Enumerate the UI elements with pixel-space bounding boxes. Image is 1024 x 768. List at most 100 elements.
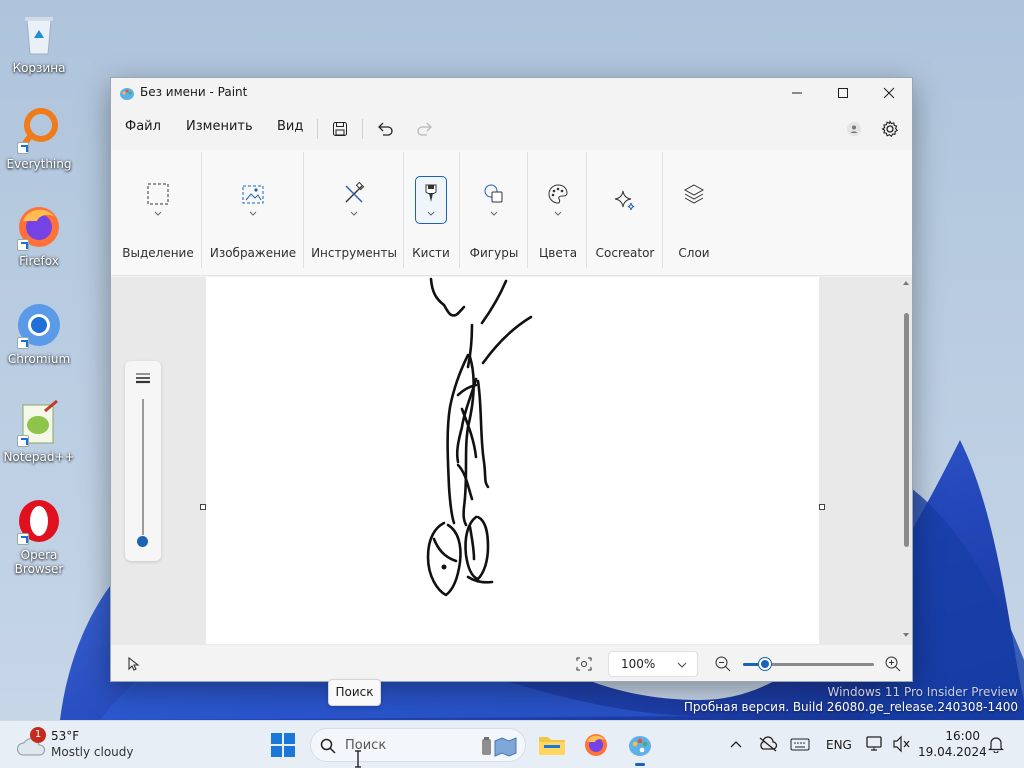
ribbon-separator [527,152,528,268]
zoom-slider[interactable] [743,658,874,670]
firefox-icon [585,734,607,756]
ribbon-colors[interactable]: Цвета [531,150,585,268]
taskbar-file-explorer[interactable] [536,729,568,761]
paint-window: Без имени - Paint Файл Изменить Вид Выде… [110,77,913,682]
desktop-icon-recycle-bin[interactable]: Корзина [2,10,76,75]
desktop-icon-label: Chromium [7,352,71,366]
vertical-scrollbar[interactable] [901,277,911,645]
drawing-strokes [426,277,533,597]
drawing-canvas[interactable] [206,277,819,644]
minimize-button[interactable] [774,78,820,108]
notifications-button[interactable] [985,733,1007,755]
workspace [111,277,912,645]
tray-network[interactable] [864,733,886,755]
menu-view[interactable]: Вид [277,119,303,134]
chevron-up-icon [730,741,742,748]
notepadpp-icon [15,399,63,447]
fit-to-window-button[interactable] [574,654,594,674]
status-bar: 100% [111,646,912,681]
zoom-value: 100% [621,657,656,671]
taskbar-search[interactable]: Поиск [310,728,526,762]
windows-logo-icon [271,733,295,757]
shortcut-arrow-icon [17,239,29,251]
text-cursor-icon [355,750,361,768]
desktop-icon-firefox[interactable]: Firefox [2,203,76,268]
cocreator-sparkle-icon [609,184,641,216]
title-bar[interactable]: Без имени - Paint [111,78,912,108]
tray-onedrive[interactable] [757,733,779,755]
show-hidden-icons-button[interactable] [727,733,745,755]
desktop-icon-label: Корзина [12,61,66,75]
ribbon-label: Цвета [538,246,578,260]
settings-button[interactable] [876,115,904,143]
ribbon-tools[interactable]: Инструменты [307,150,401,268]
ribbon-cocreator[interactable]: Cocreator [589,150,661,268]
zoom-slider-thumb[interactable] [759,658,772,670]
canvas-resize-handle-left[interactable] [200,504,206,510]
redo-button[interactable] [411,115,439,143]
bell-icon [988,737,1004,753]
layers-icon [678,178,710,210]
brush-size-slider[interactable] [125,361,161,561]
keyboard-icon [790,738,810,751]
chevron-down-icon [249,211,257,216]
ribbon-selection[interactable]: Выделение [115,150,201,268]
start-button[interactable] [270,732,296,758]
cloud-offline-icon [759,736,778,752]
save-button[interactable] [326,115,354,143]
maximize-button[interactable] [820,78,866,108]
desktop-icon-label: Firefox [19,254,59,268]
image-icon [237,178,269,210]
ribbon-label: Слои [678,246,710,260]
account-button[interactable] [840,115,868,143]
ribbon-label: Cocreator [595,246,655,260]
everything-search-icon [15,106,63,154]
menu-edit[interactable]: Изменить [186,119,253,134]
close-icon [883,87,895,99]
desktop-icon-notepadpp[interactable]: Notepad++ [2,399,76,464]
chevron-down-icon [154,211,162,216]
ribbon-separator [403,152,404,268]
shortcut-arrow-icon [17,142,29,154]
taskbar-firefox[interactable] [580,729,612,761]
desktop-icon-label: Opera Browser [14,548,64,576]
taskbar-paint[interactable] [624,729,656,766]
windows-watermark: Windows 11 Pro Insider Preview Пробная в… [684,685,1018,715]
ribbon-image[interactable]: Изображение [206,150,300,268]
palette-icon [542,178,574,210]
gear-icon [881,120,899,138]
input-language-indicator[interactable]: ENG [826,738,852,752]
menu-file[interactable]: Файл [125,119,161,134]
recycle-bin-icon [15,10,63,58]
weather-widget[interactable]: 1 53°F Mostly cloudy [16,727,146,763]
shortcut-arrow-icon [17,435,29,447]
desktop-icon-opera[interactable]: Opera Browser [2,497,76,576]
desktop-icon-everything[interactable]: Everything [2,106,76,171]
canvas-resize-handle-right[interactable] [819,504,825,510]
volume-muted-icon [893,735,910,753]
zoom-in-button[interactable] [883,654,903,674]
slider-thumb[interactable] [137,536,148,547]
close-button[interactable] [866,78,912,108]
zoom-dropdown[interactable]: 100% [608,651,698,677]
weather-condition: Mostly cloudy [51,745,134,759]
redo-icon [417,122,432,136]
zoom-out-icon [715,656,731,672]
save-icon [333,122,347,136]
tray-volume[interactable] [890,733,912,755]
stroke-width-icon [136,373,150,384]
ribbon-separator [201,152,202,268]
undo-button[interactable] [371,115,399,143]
ribbon-separator [303,152,304,268]
scrollbar-thumb[interactable] [904,313,909,547]
clock[interactable]: 16:00 19.04.2024 [918,728,987,760]
desktop-icon-chromium[interactable]: Chromium [2,301,76,366]
slider-track [142,399,144,535]
ribbon-shapes[interactable]: Фигуры [463,150,525,268]
zoom-out-button[interactable] [713,654,733,674]
ribbon-brushes[interactable]: Кисти [407,150,455,268]
ribbon-layers[interactable]: Слои [666,150,722,268]
menu-separator [362,119,363,139]
tray-keyboard[interactable] [789,733,811,755]
selection-icon [142,178,174,210]
